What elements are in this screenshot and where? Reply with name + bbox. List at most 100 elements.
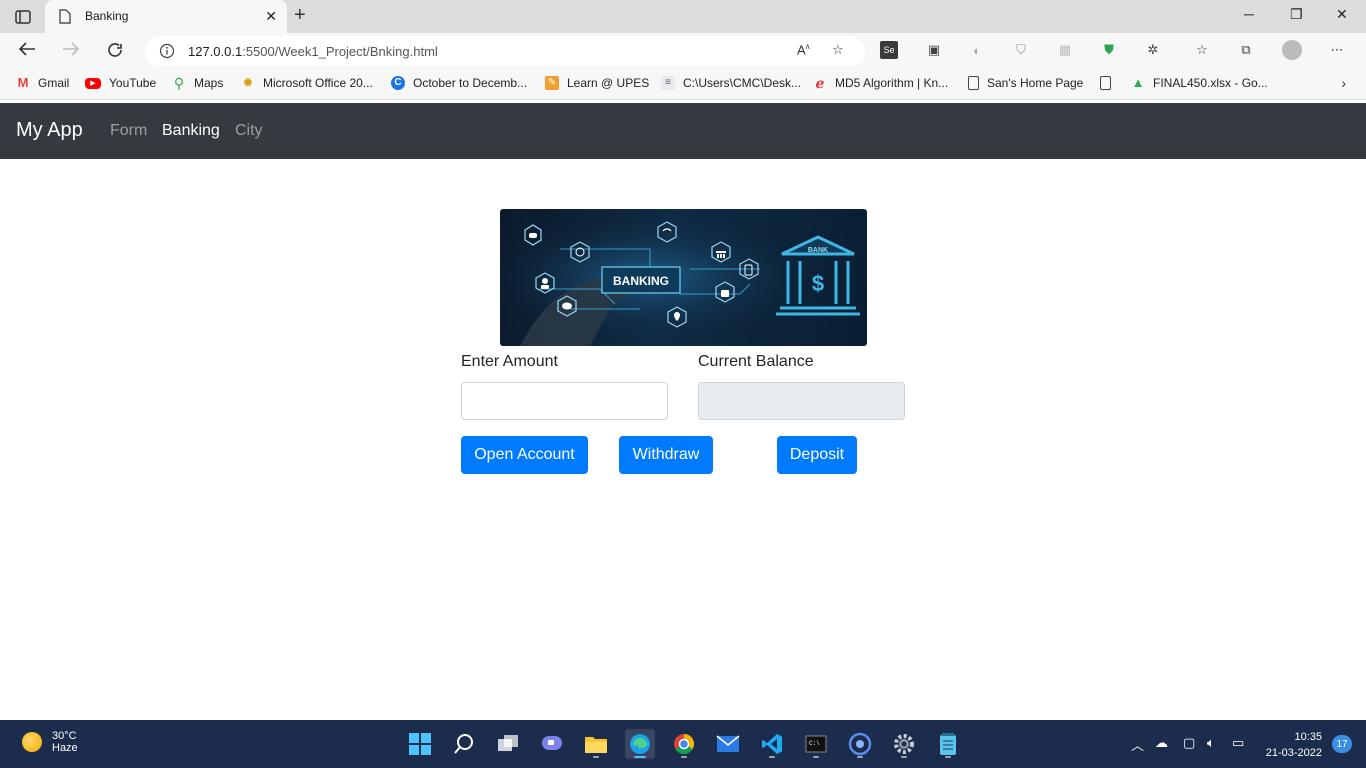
site-c-icon: C <box>391 76 405 90</box>
extension-icon[interactable]: ▦ <box>1056 41 1074 59</box>
restore-icon[interactable]: ❐ <box>1290 6 1303 23</box>
bookmark-youtube[interactable]: ▶ YouTube <box>85 76 156 90</box>
minimize-icon[interactable]: ─ <box>1244 6 1254 22</box>
bookmark-gmail[interactable]: M Gmail <box>16 75 70 91</box>
running-indicator <box>945 756 951 758</box>
bookmark-label: San's Home Page <box>987 76 1084 90</box>
tab-close-icon[interactable]: ✕ <box>265 8 277 25</box>
address-bar[interactable]: 127.0.0.1:5500/Week1_Project/Bnking.html… <box>145 36 865 66</box>
selenium-extension-icon[interactable]: Se <box>880 41 898 59</box>
bookmark-page[interactable] <box>1100 76 1119 90</box>
close-window-icon[interactable]: ✕ <box>1336 6 1348 23</box>
notification-badge[interactable]: 17 <box>1332 735 1352 753</box>
tab-actions-icon[interactable] <box>10 6 36 28</box>
network-icon[interactable]: ▢ <box>1183 735 1195 751</box>
weather-description: Haze <box>52 742 78 754</box>
nav-link-city[interactable]: City <box>235 122 263 140</box>
url-host: 127.0.0.1 <box>188 44 243 59</box>
tab-title: Banking <box>85 9 129 23</box>
bookmark-microsoft-office[interactable]: ✹ Microsoft Office 20... <box>241 76 373 91</box>
svg-text:C:\: C:\ <box>809 740 820 747</box>
bookmark-md5[interactable]: ℯ MD5 Algorithm | Kn... <box>813 75 949 91</box>
nav-link-form[interactable]: Form <box>110 122 147 140</box>
bookmark-sans-home[interactable]: San's Home Page <box>968 76 1083 90</box>
page-icon <box>59 9 71 29</box>
maps-pin-icon: ⚲ <box>173 75 185 91</box>
site-e-icon: ℯ <box>815 75 825 91</box>
running-indicator <box>813 756 819 758</box>
bookmark-local-file[interactable]: ≡ C:\Users\CMC\Desk... <box>661 76 801 90</box>
chrome-icon[interactable] <box>669 729 699 759</box>
browser-tab-strip: Banking ✕ + ─ ❐ ✕ <box>0 0 1366 33</box>
running-indicator <box>901 756 907 758</box>
edge-browser-icon[interactable] <box>625 729 655 759</box>
windows-taskbar: 30°C Haze C:\ ︿ ☁ ▢ 🔈︎ ▭ 10:35 21-03-202… <box>0 720 1366 768</box>
search-icon[interactable] <box>449 729 479 759</box>
browser-tab[interactable]: Banking ✕ <box>45 0 287 33</box>
notepad-icon[interactable] <box>933 729 963 759</box>
running-indicator <box>857 756 863 758</box>
running-indicator <box>593 756 599 758</box>
collections-icon[interactable]: ⧉ <box>1237 41 1255 59</box>
sun-icon <box>22 732 42 752</box>
url-path: :5500/Week1_Project/Bnking.html <box>242 44 438 59</box>
app-navbar: My App Form Banking City <box>0 103 1366 159</box>
bookmark-learn-upes[interactable]: ✎ Learn @ UPES <box>545 76 649 90</box>
extensions-puzzle-icon[interactable]: ✲ <box>1144 41 1162 59</box>
brand-logo[interactable]: My App <box>16 119 83 142</box>
vscode-icon[interactable] <box>757 729 787 759</box>
open-account-button[interactable]: Open Account <box>461 436 588 474</box>
browser-toolbar: 127.0.0.1:5500/Week1_Project/Bnking.html… <box>0 33 1366 69</box>
running-indicator <box>681 756 687 758</box>
mail-icon[interactable] <box>713 729 743 759</box>
bookmarks-more-icon[interactable]: › <box>1341 75 1346 91</box>
upes-icon: ✎ <box>545 76 559 90</box>
favorites-icon[interactable]: ☆ <box>1193 41 1211 59</box>
deposit-button[interactable]: Deposit <box>777 436 857 474</box>
url-text[interactable]: 127.0.0.1:5500/Week1_Project/Bnking.html <box>188 44 438 59</box>
more-menu-icon[interactable]: ⋯ <box>1328 41 1346 59</box>
extension-icon[interactable]: ▣ <box>925 41 943 59</box>
amount-input[interactable] <box>461 382 668 420</box>
read-aloud-icon[interactable]: Aʌ <box>797 42 810 57</box>
battery-icon[interactable]: ▭ <box>1232 735 1244 751</box>
clock-time: 10:35 <box>1294 731 1322 743</box>
show-hidden-icons[interactable]: ︿ <box>1131 735 1144 754</box>
extension-icon[interactable]: ◐ <box>968 41 986 59</box>
bookmark-label: Learn @ UPES <box>567 76 650 90</box>
add-favorite-icon[interactable]: ☆ <box>832 42 844 58</box>
settings-gear-icon[interactable] <box>889 729 919 759</box>
withdraw-button[interactable]: Withdraw <box>619 436 713 474</box>
new-tab-icon[interactable]: + <box>294 4 306 27</box>
volume-icon[interactable]: 🔈︎ <box>1207 735 1215 751</box>
system-clock[interactable]: 10:35 21-03-2022 <box>1266 729 1322 761</box>
bookmark-october[interactable]: C October to Decemb... <box>391 76 527 90</box>
app-icon[interactable] <box>845 729 875 759</box>
chat-icon[interactable] <box>537 729 567 759</box>
file-explorer-icon[interactable] <box>581 729 611 759</box>
running-indicator <box>634 756 646 758</box>
google-drive-icon: ▲ <box>1131 75 1145 90</box>
site-info-icon[interactable] <box>159 43 175 64</box>
onedrive-sync-icon[interactable]: ☁ <box>1155 735 1168 751</box>
bookmark-final450[interactable]: ▲ FINAL450.xlsx - Go... <box>1131 75 1268 91</box>
bookmarks-bar: M Gmail ▶ YouTube ⚲ Maps ✹ Microsoft Office … <box>0 69 1366 100</box>
balance-field <box>698 382 905 420</box>
bookmark-maps[interactable]: ⚲ Maps <box>172 76 223 90</box>
terminal-icon[interactable]: C:\ <box>801 729 831 759</box>
weather-widget[interactable]: 30°C Haze <box>22 730 78 754</box>
nav-link-banking[interactable]: Banking <box>162 122 220 140</box>
start-button[interactable] <box>405 729 435 759</box>
youtube-icon: ▶ <box>85 77 101 89</box>
back-icon[interactable] <box>18 41 36 62</box>
security-shield-icon[interactable]: ⛊ <box>1100 41 1118 59</box>
shield-extension-icon[interactable]: ⛉ <box>1012 41 1030 59</box>
forward-icon[interactable] <box>62 41 80 62</box>
running-indicator <box>769 756 775 758</box>
banner-dollar-icon: $ <box>812 271 824 296</box>
gmail-icon: M <box>17 75 29 90</box>
profile-avatar[interactable] <box>1282 40 1302 60</box>
banner-banking-label: BANKING <box>613 274 669 288</box>
refresh-icon[interactable] <box>106 41 124 64</box>
task-view-icon[interactable] <box>493 729 523 759</box>
